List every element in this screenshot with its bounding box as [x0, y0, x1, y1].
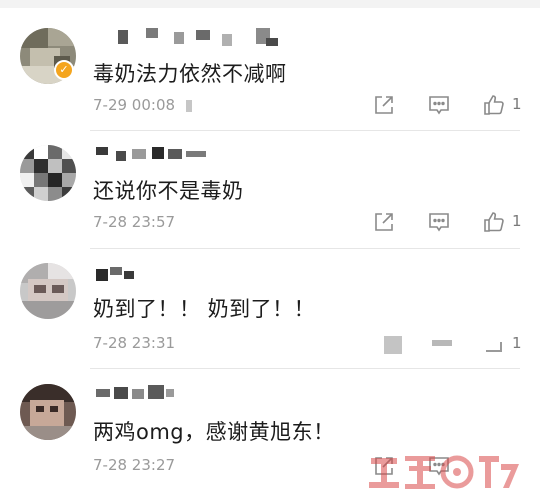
comment-text: 两鸡omg，感谢黄旭东！ — [93, 420, 335, 444]
comment-time: 7-28 23:31 — [93, 334, 176, 352]
like-count: 1 — [512, 334, 522, 352]
divider — [90, 368, 520, 369]
like-count: 1 — [512, 95, 522, 113]
username-pixelated[interactable] — [96, 145, 216, 163]
avatar[interactable] — [20, 384, 76, 440]
like-icon[interactable] — [482, 93, 506, 117]
comment-time: 7-28 23:57 — [93, 213, 176, 231]
avatar[interactable] — [20, 263, 76, 319]
comment-time: 7-29 00:08 — [93, 96, 176, 114]
divider — [90, 248, 520, 249]
time-suffix-pixelated — [186, 100, 192, 112]
comment-text: 奶到了！！ 奶到了！！ — [93, 297, 316, 321]
username-pixelated[interactable] — [96, 265, 156, 283]
reply-icon-pixelated[interactable] — [432, 340, 452, 346]
username-pixelated[interactable] — [96, 385, 196, 403]
like-count: 1 — [512, 212, 522, 230]
share-icon[interactable] — [372, 93, 396, 117]
comment-time: 7-28 23:27 — [93, 456, 176, 474]
reply-icon[interactable] — [427, 210, 451, 234]
share-icon-pixelated[interactable] — [384, 336, 402, 354]
reply-icon[interactable] — [427, 93, 451, 117]
watermark-logo-icon — [369, 455, 519, 489]
comment-text: 毒奶法力依然不减啊 — [93, 62, 287, 86]
share-icon[interactable] — [372, 210, 396, 234]
username-pixelated[interactable] — [96, 28, 296, 46]
comment-list-screen: ✓ 毒奶法力依然不减啊 7-29 00:08 1 还说你不是毒奶 7-28 23… — [0, 0, 540, 501]
comment-text: 还说你不是毒奶 — [93, 179, 244, 203]
top-edge — [0, 0, 540, 8]
verified-badge-icon: ✓ — [54, 60, 74, 80]
divider — [90, 130, 520, 131]
like-icon-pixelated[interactable] — [486, 342, 502, 352]
like-icon[interactable] — [482, 210, 506, 234]
avatar[interactable] — [20, 145, 76, 201]
